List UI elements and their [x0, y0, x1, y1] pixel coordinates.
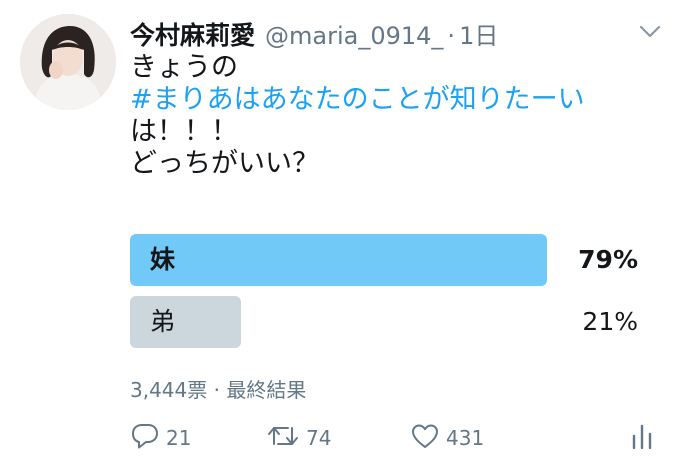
poll-option-label: 弟 — [150, 307, 176, 336]
poll-bar — [130, 296, 241, 348]
reply-button[interactable]: 21 — [130, 418, 191, 458]
poll-option-percent: 79% — [578, 245, 638, 274]
tweet-header: 今村麻莉愛 @maria_0914_ · 1日 — [130, 16, 498, 50]
tweet-text-line: きょうの — [130, 52, 238, 83]
analytics-icon — [630, 422, 660, 455]
chevron-down-icon[interactable] — [636, 22, 664, 42]
author-handle[interactable]: @maria_0914_ — [265, 22, 443, 50]
poll-option-label: 妹 — [150, 245, 176, 274]
poll-option: 弟 21% — [130, 296, 660, 348]
retweet-icon — [266, 422, 306, 455]
poll-bar-winner — [130, 234, 547, 286]
author-name[interactable]: 今村麻莉愛 — [130, 16, 255, 52]
hashtag-link[interactable]: #まりあはあなたのことが知りたーい — [130, 84, 585, 116]
retweet-count: 74 — [306, 426, 332, 450]
analytics-button[interactable] — [630, 418, 660, 458]
tweet-text-line: は！！！ — [130, 116, 238, 147]
poll-meta: 3,444票 · 最終結果 — [130, 378, 307, 402]
poll-option: 妹 79% — [130, 234, 660, 286]
tweet: 今村麻莉愛 @maria_0914_ · 1日 きょうの #まりあはあなたのこと… — [0, 0, 680, 469]
tweet-text-line: どっちがいい？ — [130, 148, 319, 179]
reply-count: 21 — [166, 426, 192, 450]
tweet-actions: 21 74 431 — [130, 418, 660, 458]
like-count: 431 — [446, 426, 485, 450]
reply-icon — [130, 422, 166, 455]
timestamp[interactable]: 1日 — [459, 16, 498, 51]
poll-option-percent: 21% — [582, 307, 638, 336]
like-button[interactable]: 431 — [410, 418, 484, 458]
heart-icon — [410, 422, 446, 455]
tweet-text: きょうの #まりあはあなたのことが知りたーい は！！！ どっちがいい？ — [130, 52, 585, 180]
retweet-button[interactable]: 74 — [266, 418, 331, 458]
separator: · — [447, 22, 456, 50]
avatar-photo — [20, 14, 116, 110]
avatar[interactable] — [20, 14, 116, 110]
